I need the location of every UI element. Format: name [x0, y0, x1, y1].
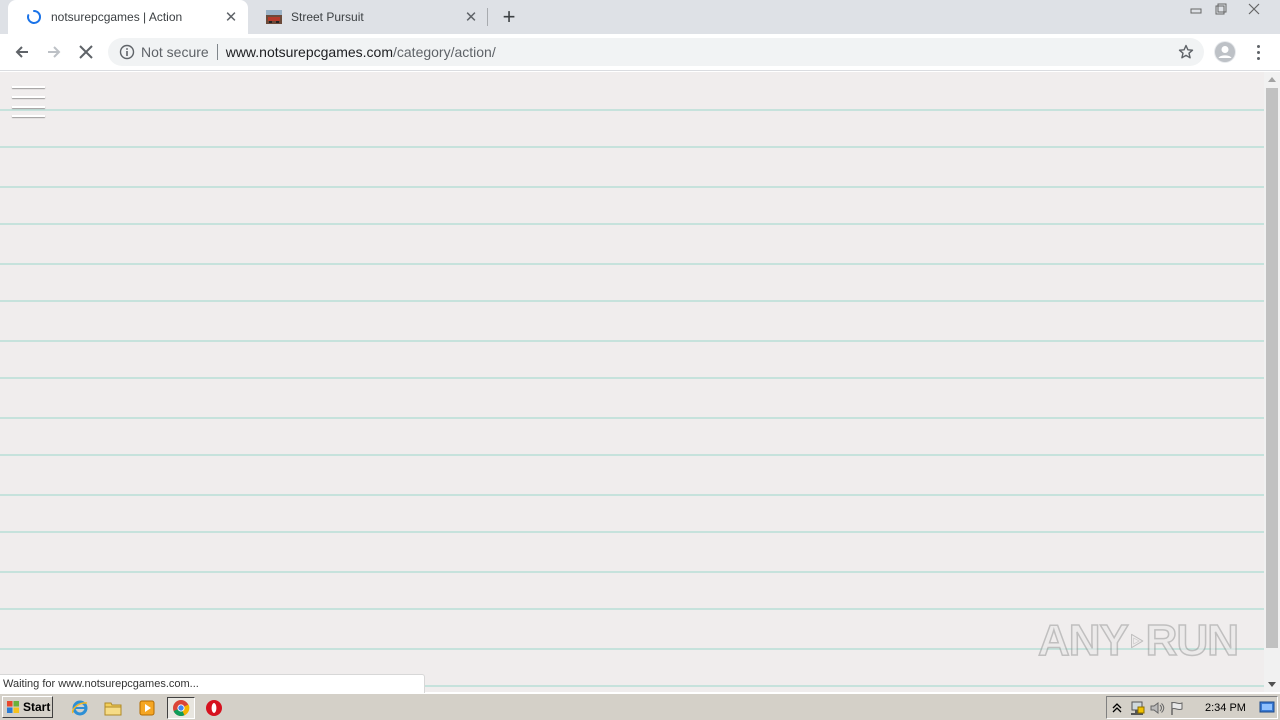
- dot: [1256, 50, 1260, 54]
- bookmark-star-icon[interactable]: [1178, 44, 1194, 60]
- browser-menu-button[interactable]: [1250, 40, 1266, 64]
- scroll-up-arrow-icon[interactable]: [1268, 77, 1276, 82]
- ruled-line: [0, 494, 1264, 496]
- close-tab-icon[interactable]: ✕: [464, 9, 478, 26]
- taskbar-media-player[interactable]: [135, 697, 159, 719]
- status-bubble: Waiting for www.notsurepcgames.com...: [0, 674, 425, 693]
- back-button[interactable]: [8, 38, 36, 66]
- hamburger-menu-button[interactable]: [12, 84, 46, 118]
- start-label: Start: [23, 700, 51, 714]
- close-tab-icon[interactable]: ✕: [224, 9, 238, 26]
- url-host: www.notsurepcgames.com: [225, 44, 393, 60]
- media-player-icon: [139, 700, 155, 716]
- browser-toolbar: Not secure www.notsurepcgames.com/catego…: [0, 34, 1280, 71]
- forward-button[interactable]: [40, 38, 68, 66]
- ruled-line: [0, 223, 1264, 225]
- ruled-line: [0, 571, 1264, 573]
- play-logo-icon: [1130, 633, 1144, 649]
- file-explorer-icon: [104, 702, 122, 716]
- tab-title: Street Pursuit: [291, 10, 364, 24]
- restore-icon: [1215, 3, 1227, 15]
- anyrun-watermark: ANY RUN: [1037, 606, 1240, 676]
- dot: [1256, 44, 1260, 48]
- game-thumbnail-icon: [266, 10, 282, 24]
- tray-network[interactable]: [1127, 699, 1147, 717]
- ruled-line: [0, 146, 1264, 148]
- url-text[interactable]: www.notsurepcgames.com/category/action/: [226, 44, 496, 60]
- ruled-line: [0, 186, 1264, 188]
- forward-arrow-icon: [48, 46, 61, 58]
- ruled-line: [0, 300, 1264, 302]
- watermark-text-right: RUN: [1145, 615, 1240, 666]
- tab-strip: notsurepcgames | Action ✕ Street Pursuit…: [0, 0, 1280, 34]
- tab-notsurepcgames[interactable]: notsurepcgames | Action ✕: [8, 0, 248, 34]
- chrome-icon: [173, 700, 190, 716]
- hamburger-bar: [12, 115, 45, 117]
- close-window-button[interactable]: [1240, 0, 1268, 18]
- profile-avatar-button[interactable]: [1214, 41, 1236, 63]
- start-button[interactable]: Start: [2, 696, 53, 718]
- info-icon[interactable]: [119, 44, 135, 60]
- flag-icon: [1171, 701, 1183, 715]
- taskbar-file-explorer[interactable]: [101, 697, 125, 719]
- tab-title: notsurepcgames | Action: [51, 10, 183, 24]
- security-label[interactable]: Not secure: [141, 44, 209, 60]
- address-bar[interactable]: Not secure www.notsurepcgames.com/catego…: [108, 38, 1204, 66]
- speaker-icon: [1150, 701, 1165, 714]
- scroll-down-arrow-icon[interactable]: [1268, 682, 1276, 687]
- taskbar-internet-explorer[interactable]: [68, 697, 92, 719]
- windows-flag-icon: [7, 701, 19, 713]
- dot: [1256, 56, 1260, 60]
- tab-street-pursuit[interactable]: Street Pursuit ✕: [248, 0, 488, 34]
- ruled-line: [0, 340, 1264, 342]
- stop-icon: [79, 45, 93, 59]
- omnibox-divider: [216, 44, 218, 60]
- stop-loading-button[interactable]: [72, 38, 100, 66]
- tray-volume[interactable]: [1147, 699, 1167, 717]
- hamburger-bar: [12, 96, 45, 98]
- loading-spinner-icon: [27, 9, 41, 24]
- internet-explorer-icon: [71, 700, 88, 716]
- tray-expand-button[interactable]: [1107, 699, 1127, 717]
- show-desktop-icon[interactable]: [1259, 699, 1275, 715]
- ruled-line: [0, 531, 1264, 533]
- ruled-line: [0, 454, 1264, 456]
- minimize-icon: [1190, 8, 1202, 14]
- url-path: /category/action/: [393, 44, 496, 60]
- windows-taskbar: Start 2:34 PM: [0, 693, 1280, 720]
- restore-window-button[interactable]: [1208, 0, 1234, 18]
- ruled-line: [0, 263, 1264, 265]
- opera-icon: [206, 700, 222, 716]
- tray-clock[interactable]: 2:34 PM: [1205, 702, 1246, 714]
- system-tray: 2:34 PM: [1106, 696, 1278, 719]
- tab-separator: [487, 8, 488, 26]
- new-tab-button[interactable]: +: [497, 4, 521, 29]
- minimize-window-button[interactable]: [1183, 0, 1209, 18]
- network-icon: [1131, 701, 1145, 715]
- watermark-text-left: ANY: [1037, 615, 1129, 666]
- page-viewport: [0, 72, 1264, 692]
- chevron-up-icon: [1112, 702, 1122, 712]
- taskbar-chrome[interactable]: [167, 697, 195, 719]
- taskbar-opera[interactable]: [202, 697, 226, 719]
- hamburger-bar: [12, 106, 45, 108]
- ruled-line: [0, 417, 1264, 419]
- ruled-line: [0, 109, 1264, 111]
- hamburger-bar: [12, 86, 45, 88]
- profile-icon: [1215, 42, 1235, 62]
- vertical-scrollbar[interactable]: [1264, 72, 1280, 692]
- scrollbar-thumb[interactable]: [1266, 88, 1278, 648]
- back-arrow-icon: [15, 46, 28, 58]
- tray-action-center[interactable]: [1167, 699, 1187, 717]
- ruled-line: [0, 377, 1264, 379]
- close-icon: [1248, 3, 1260, 15]
